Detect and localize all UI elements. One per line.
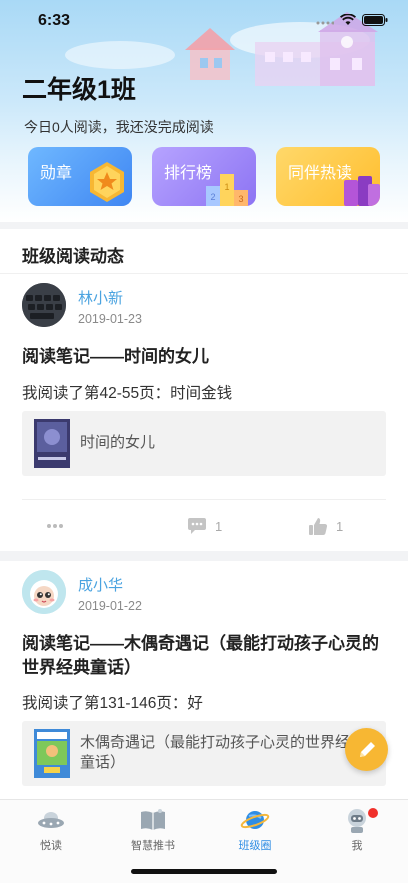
medal-icon xyxy=(90,162,124,202)
planet-icon xyxy=(240,811,270,829)
comment-icon xyxy=(188,518,206,534)
status-bar: 6:33 xyxy=(0,0,408,44)
like-count: 1 xyxy=(336,518,344,534)
svg-text:3: 3 xyxy=(238,194,243,204)
post-date: 2019-01-22 xyxy=(78,599,142,613)
section-divider xyxy=(0,222,408,229)
class-activity-header: 班级阅读动态 xyxy=(0,229,408,274)
post-progress: 我阅读了第42-55页：时间金钱 xyxy=(22,385,233,402)
comment-count: 1 xyxy=(215,518,223,534)
wifi-icon xyxy=(340,14,356,25)
podium-icon: 2 1 3 xyxy=(206,174,248,206)
post-divider xyxy=(0,551,408,561)
user-name[interactable]: 林小新 xyxy=(78,287,123,308)
status-time: 6:33 xyxy=(38,12,71,29)
book-icon xyxy=(141,809,165,830)
tab-book-recommend[interactable]: 智慧推书 xyxy=(102,806,204,854)
medal-button[interactable]: 勋章 xyxy=(28,147,132,206)
medal-label: 勋章 xyxy=(40,165,73,182)
leaderboard-button[interactable]: 排行榜 2 1 3 xyxy=(152,147,256,206)
tab-label: 智慧推书 xyxy=(131,840,175,852)
avatar[interactable] xyxy=(22,283,66,327)
write-note-button[interactable] xyxy=(345,728,388,771)
book-cover-image xyxy=(34,419,70,468)
more-icon xyxy=(47,524,63,528)
tab-label: 我 xyxy=(351,840,363,852)
peer-popular-button[interactable]: 同伴热读 xyxy=(276,147,380,206)
post-date: 2019-01-23 xyxy=(78,312,142,326)
post-title: 阅读笔记——木偶奇遇记（最能打动孩子心灵的世界经典童话） xyxy=(22,634,379,677)
cartoon-avatar-image xyxy=(22,570,66,614)
thumbs-up-icon xyxy=(309,517,328,535)
home-indicator xyxy=(131,869,277,874)
book-title: 木偶奇遇记（最能打动孩子心灵的世界经典童话） xyxy=(80,734,366,771)
keyboard-avatar-image xyxy=(22,283,66,327)
more-button[interactable] xyxy=(46,500,64,552)
book-cover-image xyxy=(34,729,70,778)
book-card[interactable]: 时间的女儿 xyxy=(22,411,386,476)
post-actions: 1 1 xyxy=(22,499,386,551)
book-card[interactable]: 木偶奇遇记（最能打动孩子心灵的世界经典童话） xyxy=(22,721,386,786)
avatar[interactable] xyxy=(22,570,66,614)
like-button[interactable]: 1 xyxy=(308,500,343,552)
tab-class-circle[interactable]: 班级圈 xyxy=(204,806,306,854)
tab-me[interactable]: 我 xyxy=(306,806,408,854)
ufo-icon xyxy=(38,812,64,828)
feature-shortcuts: 勋章 排行榜 2 1 3 同伴热读 xyxy=(26,147,382,207)
comment-button[interactable]: 1 xyxy=(187,500,222,552)
section-title: 班级阅读动态 xyxy=(22,247,124,266)
battery-icon xyxy=(362,14,388,26)
class-header: 6:33 二年级1班 今日0人阅读，我还没完成阅读 勋章 排行榜 2 1 3 同… xyxy=(0,0,408,222)
tab-label: 班级圈 xyxy=(238,840,272,852)
user-name[interactable]: 成小华 xyxy=(78,574,123,595)
tab-reading[interactable]: 悦读 xyxy=(0,806,102,854)
tab-label: 悦读 xyxy=(40,840,62,852)
pencil-icon xyxy=(359,741,375,757)
class-title: 二年级1班 xyxy=(22,76,136,104)
svg-text:1: 1 xyxy=(224,182,229,192)
signal-icon xyxy=(316,21,334,25)
books-icon xyxy=(344,176,380,206)
book-title: 时间的女儿 xyxy=(80,434,156,451)
svg-text:2: 2 xyxy=(210,192,215,202)
post-title: 阅读笔记——时间的女儿 xyxy=(22,347,209,366)
reading-status: 今日0人阅读，我还没完成阅读 xyxy=(24,119,214,135)
post-progress: 我阅读了第131-146页：好 xyxy=(22,695,203,712)
feed-post[interactable]: 成小华 2019-01-22 阅读笔记——木偶奇遇记（最能打动孩子心灵的世界经典… xyxy=(0,561,408,799)
notification-badge xyxy=(368,808,378,818)
feed-post[interactable]: 林小新 2019-01-23 阅读笔记——时间的女儿 我阅读了第42-55页：时… xyxy=(0,274,408,551)
